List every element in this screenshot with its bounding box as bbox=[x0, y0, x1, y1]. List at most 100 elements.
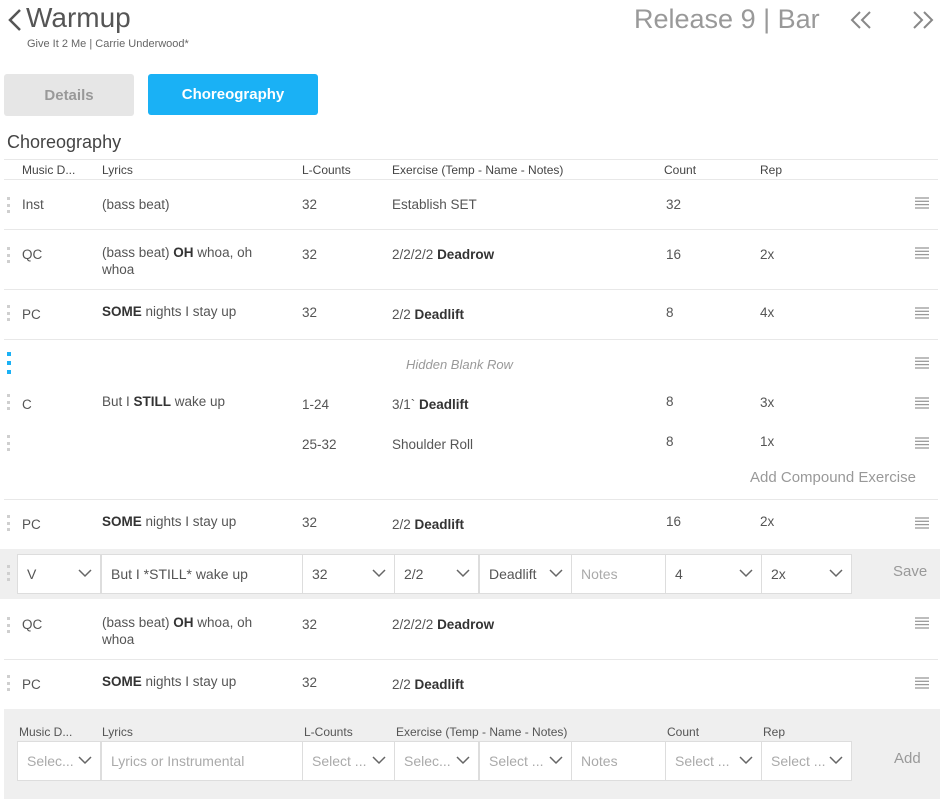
chevron-down-icon bbox=[829, 756, 843, 765]
notes-input[interactable]: Notes bbox=[571, 554, 666, 594]
double-chevron-left-icon[interactable] bbox=[850, 10, 872, 30]
lyrics-text: wake up bbox=[171, 394, 226, 409]
add-header-music: Music D... bbox=[19, 725, 73, 739]
lyrics-input-new[interactable]: Lyrics or Instrumental bbox=[101, 741, 303, 781]
list-menu-icon[interactable] bbox=[915, 397, 929, 409]
add-header-lcounts: L-Counts bbox=[304, 725, 353, 739]
lyrics-text: nights I stay up bbox=[141, 674, 237, 689]
lyrics-cell: SOME nights I stay up bbox=[102, 304, 236, 319]
tempo-text: 2/2 bbox=[392, 677, 411, 692]
exercise-cell: 2/2/2/2 Deadrow bbox=[392, 617, 494, 632]
exercise-cell: 2/2/2/2 Deadrow bbox=[392, 247, 494, 262]
divider bbox=[4, 499, 938, 500]
drag-handle[interactable] bbox=[7, 247, 10, 263]
rep-cell: 1x bbox=[760, 434, 775, 449]
notes-placeholder-new: Notes bbox=[581, 753, 618, 769]
rep-select[interactable]: 2x bbox=[761, 554, 852, 594]
divider bbox=[4, 159, 938, 160]
lyrics-emphasis: SOME bbox=[102, 304, 142, 319]
chevron-down-icon bbox=[456, 756, 470, 765]
drag-handle[interactable] bbox=[7, 675, 10, 691]
list-menu-icon[interactable] bbox=[915, 357, 929, 369]
count-select-new[interactable]: Select ... bbox=[665, 741, 762, 781]
list-menu-icon[interactable] bbox=[915, 617, 929, 629]
lyrics-cell: SOME nights I stay up bbox=[102, 514, 236, 529]
list-menu-icon[interactable] bbox=[915, 437, 929, 449]
music-select-new[interactable]: Selec... bbox=[17, 741, 101, 781]
divider bbox=[4, 659, 938, 660]
exercise-select[interactable]: Deadlift bbox=[479, 554, 572, 594]
music-cell: QC bbox=[22, 617, 43, 632]
lcounts-cell: 32 bbox=[302, 515, 318, 530]
lcounts-select-value: 32 bbox=[312, 566, 328, 582]
drag-handle[interactable] bbox=[7, 435, 10, 451]
column-header-exercise: Exercise (Temp - Name - Notes) bbox=[392, 163, 564, 177]
add-button[interactable]: Add bbox=[894, 750, 921, 767]
add-header-rep: Rep bbox=[763, 725, 786, 739]
rep-select-new[interactable]: Select ... bbox=[761, 741, 852, 781]
drag-handle[interactable] bbox=[7, 394, 10, 410]
tempo-text: 2/2 bbox=[392, 307, 411, 322]
list-menu-icon[interactable] bbox=[915, 197, 929, 209]
exercise-cell: 2/2 Deadlift bbox=[392, 677, 464, 692]
chevron-down-icon bbox=[549, 569, 563, 578]
notes-placeholder: Notes bbox=[581, 566, 618, 582]
chevron-down-icon bbox=[739, 756, 753, 765]
count-select-value: 4 bbox=[675, 566, 683, 582]
drag-handle[interactable] bbox=[7, 305, 10, 321]
tempo-text: 3/1` bbox=[392, 397, 416, 412]
list-menu-icon[interactable] bbox=[915, 677, 929, 689]
count-placeholder: Select ... bbox=[675, 753, 730, 769]
exercise-select-new[interactable]: Select ... bbox=[479, 741, 572, 781]
exercise-name: Deadlift bbox=[414, 307, 465, 322]
chevron-down-icon bbox=[372, 756, 386, 765]
music-cell: PC bbox=[22, 307, 41, 322]
rep-cell: 3x bbox=[760, 395, 775, 410]
music-cell: PC bbox=[22, 677, 41, 692]
divider bbox=[4, 289, 938, 290]
exercise-select-value: Deadlift bbox=[489, 566, 537, 582]
count-select[interactable]: 4 bbox=[665, 554, 762, 594]
drag-handle[interactable] bbox=[7, 197, 10, 213]
exercise-cell: Shoulder Roll bbox=[392, 437, 474, 452]
exercise-cell: 2/2 Deadlift bbox=[392, 517, 464, 532]
section-title: Choreography bbox=[7, 132, 122, 152]
drag-handle[interactable] bbox=[7, 617, 10, 633]
lcounts-select-new[interactable]: Select ... bbox=[302, 741, 395, 781]
tab-choreography[interactable]: Choreography bbox=[148, 74, 318, 115]
add-compound-exercise-link[interactable]: Add Compound Exercise bbox=[750, 469, 916, 486]
chevron-down-icon bbox=[78, 569, 92, 578]
rep-cell: 4x bbox=[760, 305, 775, 320]
music-select[interactable]: V bbox=[17, 554, 101, 594]
lyrics-input[interactable]: But I *STILL* wake up bbox=[101, 554, 303, 594]
release-title: Release 9 | Bar bbox=[634, 4, 820, 34]
lyrics-emphasis: SOME bbox=[102, 514, 142, 529]
notes-input-new[interactable]: Notes bbox=[571, 741, 666, 781]
lyrics-text: But I bbox=[102, 394, 134, 409]
double-chevron-right-icon[interactable] bbox=[912, 10, 934, 30]
save-button[interactable]: Save bbox=[893, 563, 927, 580]
lcounts-select[interactable]: 32 bbox=[302, 554, 395, 594]
lcounts-cell: 1-24 bbox=[302, 397, 330, 412]
lyrics-text: nights I stay up bbox=[141, 304, 237, 319]
tempo-select-new[interactable]: Selec... bbox=[394, 741, 479, 781]
chevron-down-icon bbox=[456, 569, 470, 578]
tab-details[interactable]: Details bbox=[4, 74, 134, 116]
back-chevron-icon[interactable] bbox=[6, 8, 26, 32]
drag-handle[interactable] bbox=[7, 565, 10, 581]
lcounts-cell: 32 bbox=[302, 247, 318, 262]
drag-handle-active-icon[interactable] bbox=[6, 352, 12, 376]
chevron-down-icon bbox=[372, 569, 386, 578]
list-menu-icon[interactable] bbox=[915, 517, 929, 529]
lyrics-cell: SOME nights I stay up bbox=[102, 674, 236, 689]
lcounts-cell: 32 bbox=[302, 305, 318, 320]
tempo-select[interactable]: 2/2 bbox=[394, 554, 479, 594]
list-menu-icon[interactable] bbox=[915, 307, 929, 319]
rep-select-value: 2x bbox=[771, 566, 786, 582]
list-menu-icon[interactable] bbox=[915, 247, 929, 259]
count-cell: 16 bbox=[666, 514, 682, 529]
lcounts-cell: 25-32 bbox=[302, 437, 337, 452]
drag-handle[interactable] bbox=[7, 515, 10, 531]
lyrics-emphasis: OH bbox=[173, 615, 194, 630]
tempo-text: 2/2 bbox=[392, 517, 411, 532]
